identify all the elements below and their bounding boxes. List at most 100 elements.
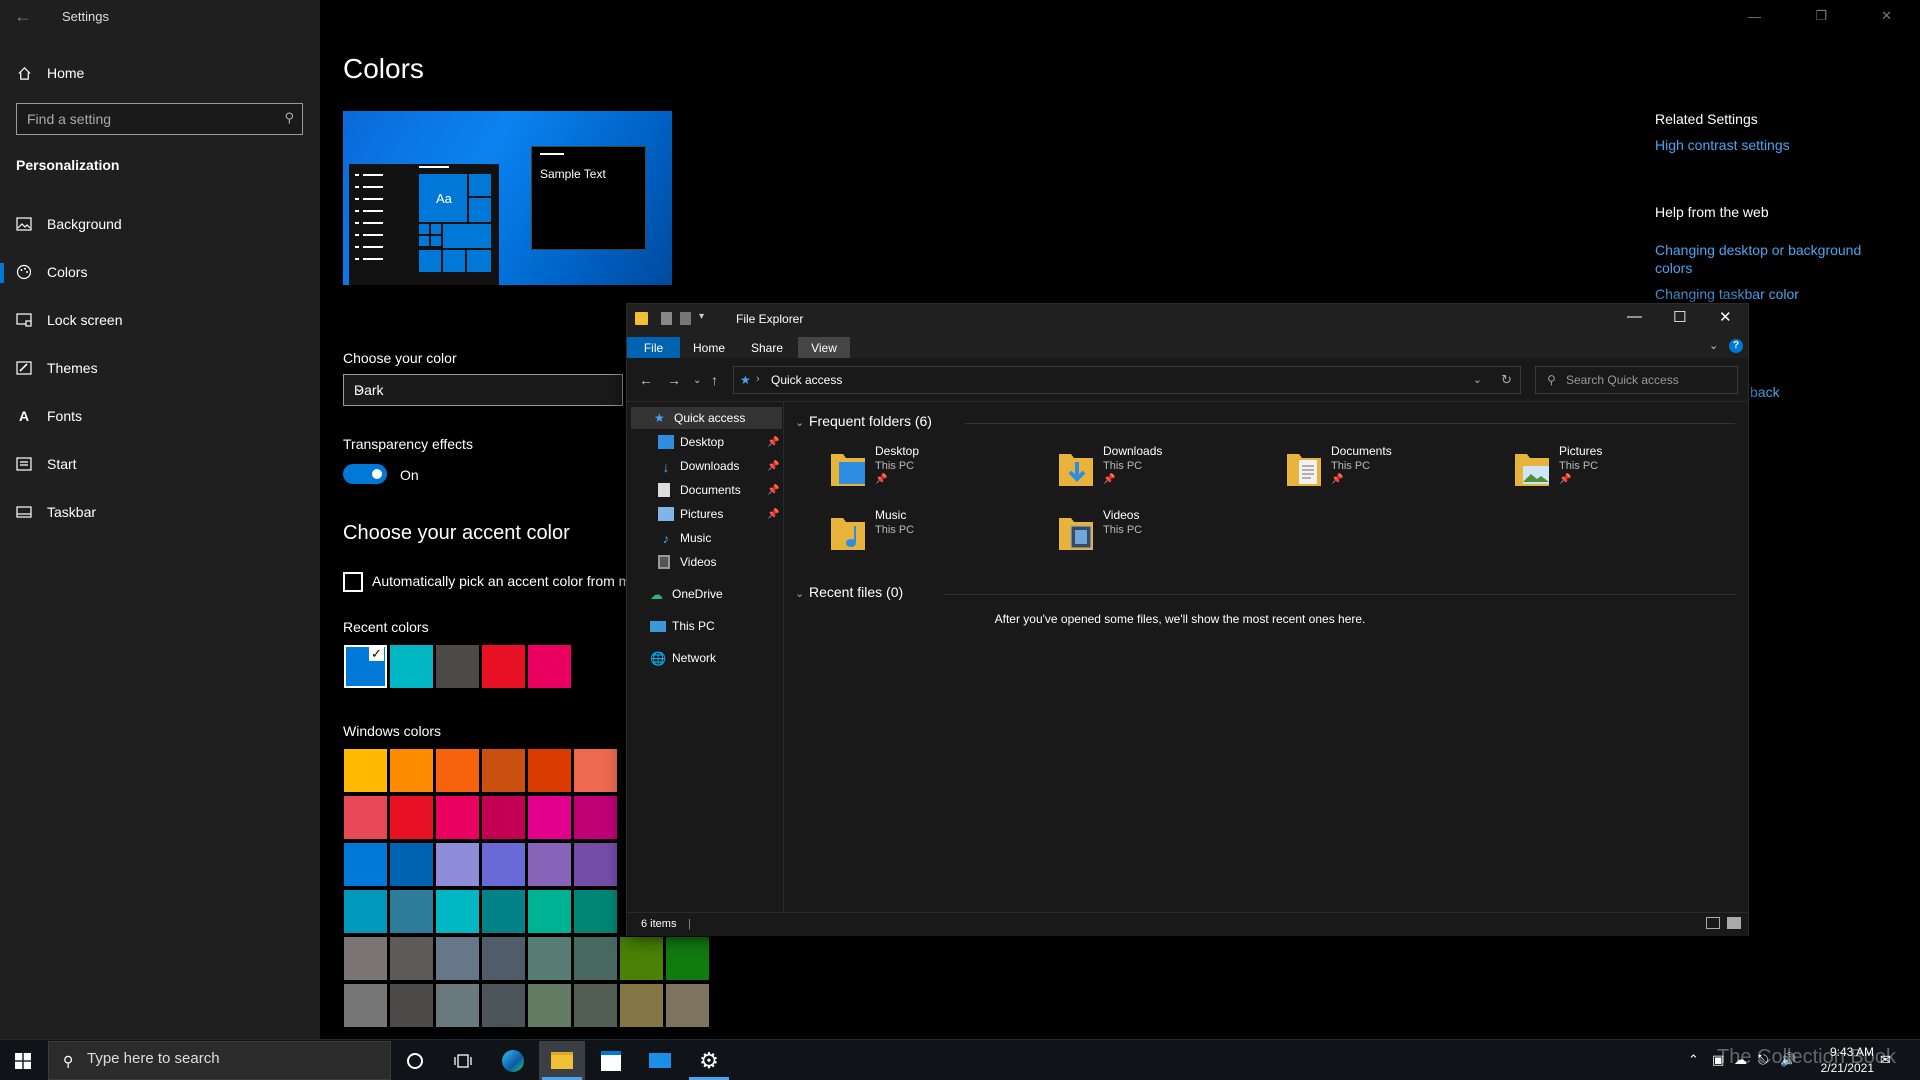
windows-color-swatch[interactable]	[436, 890, 479, 933]
nav-start[interactable]: Start	[0, 444, 320, 484]
collapse-chevron-icon[interactable]: ⌄	[795, 587, 804, 600]
recent-color-swatch[interactable]	[390, 645, 433, 688]
tree-pictures[interactable]: Pictures 📌	[658, 503, 783, 525]
task-view-button[interactable]	[440, 1041, 486, 1080]
show-hidden-icons-icon[interactable]: ⌃	[1688, 1052, 1699, 1068]
windows-color-swatch[interactable]	[390, 843, 433, 886]
taskbar-search[interactable]: ⚲	[48, 1041, 391, 1080]
windows-color-swatch[interactable]	[574, 843, 617, 886]
windows-color-swatch[interactable]	[528, 890, 571, 933]
tree-quick-access[interactable]: ★ Quick access	[654, 407, 745, 429]
refresh-icon[interactable]: ↻	[1501, 372, 1512, 388]
windows-color-swatch[interactable]	[482, 749, 525, 792]
help-link-taskbar-color[interactable]: Changing taskbar color	[1655, 286, 1799, 302]
frequent-folders-heading[interactable]: Frequent folders (6)	[809, 413, 932, 429]
tree-desktop[interactable]: Desktop 📌	[658, 431, 783, 453]
nav-home[interactable]: Home	[0, 53, 320, 93]
back-arrow-icon[interactable]: ←	[14, 6, 32, 27]
recent-locations-icon[interactable]: ⌄	[693, 375, 701, 386]
windows-color-swatch[interactable]	[574, 984, 617, 1027]
windows-color-swatch[interactable]	[666, 937, 709, 980]
windows-color-swatch[interactable]	[482, 796, 525, 839]
help-link-desktop-colors[interactable]: Changing desktop or background colors	[1655, 241, 1870, 277]
new-folder-icon[interactable]	[680, 312, 691, 325]
recent-color-swatch[interactable]	[528, 645, 571, 688]
cortana-button[interactable]	[392, 1041, 438, 1080]
restore-icon[interactable]: ❐	[1815, 8, 1827, 24]
recent-color-swatch[interactable]	[436, 645, 479, 688]
transparency-toggle[interactable]	[343, 464, 387, 484]
windows-color-swatch[interactable]	[528, 984, 571, 1027]
windows-color-swatch[interactable]	[390, 984, 433, 1027]
details-view-icon[interactable]	[1706, 917, 1720, 929]
tab-file[interactable]: File	[627, 337, 680, 358]
tab-view[interactable]: View	[798, 337, 850, 358]
tree-onedrive[interactable]: ☁ OneDrive	[650, 583, 723, 605]
search-icon[interactable]: ⚲	[284, 110, 294, 126]
windows-color-swatch[interactable]	[344, 796, 387, 839]
auto-accent-checkbox[interactable]	[343, 572, 363, 592]
windows-color-swatch[interactable]	[436, 984, 479, 1027]
tree-documents[interactable]: Documents 📌	[658, 479, 783, 501]
recent-color-swatch[interactable]: ✓	[344, 645, 387, 688]
help-icon[interactable]: ?	[1729, 339, 1743, 353]
large-icons-view-icon[interactable]	[1727, 917, 1741, 929]
windows-color-swatch[interactable]	[528, 796, 571, 839]
windows-color-swatch[interactable]	[436, 843, 479, 886]
nav-lock-screen[interactable]: Lock screen	[0, 300, 320, 340]
windows-color-swatch[interactable]	[436, 796, 479, 839]
windows-color-swatch[interactable]	[620, 984, 663, 1027]
nav-taskbar[interactable]: Taskbar	[0, 492, 320, 532]
collapse-chevron-icon[interactable]: ⌄	[795, 416, 804, 429]
windows-color-swatch[interactable]	[574, 749, 617, 792]
windows-color-swatch[interactable]	[528, 749, 571, 792]
find-setting-input[interactable]	[17, 104, 267, 133]
windows-color-swatch[interactable]	[666, 984, 709, 1027]
windows-color-swatch[interactable]	[482, 890, 525, 933]
tree-this-pc[interactable]: This PC	[650, 615, 715, 637]
mail-button[interactable]	[637, 1041, 683, 1080]
nav-fonts[interactable]: A Fonts	[0, 396, 320, 436]
tab-share[interactable]: Share	[738, 337, 796, 358]
windows-color-swatch[interactable]	[344, 937, 387, 980]
nav-themes[interactable]: Themes	[0, 348, 320, 388]
windows-color-swatch[interactable]	[436, 749, 479, 792]
windows-color-swatch[interactable]	[344, 890, 387, 933]
address-dropdown-icon[interactable]: ⌄	[1473, 373, 1482, 386]
windows-color-swatch[interactable]	[574, 796, 617, 839]
minimize-icon[interactable]: —	[1748, 9, 1761, 24]
nav-background[interactable]: Background	[0, 204, 320, 244]
windows-color-swatch[interactable]	[482, 843, 525, 886]
ribbon-expand-icon[interactable]: ⌄	[1709, 339, 1718, 352]
choose-color-dropdown[interactable]: Dark ⌄	[343, 374, 623, 406]
windows-color-swatch[interactable]	[528, 937, 571, 980]
back-icon[interactable]: ←	[639, 372, 653, 388]
windows-color-swatch[interactable]	[344, 843, 387, 886]
close-icon[interactable]: ✕	[1881, 8, 1892, 24]
explorer-minimize-icon[interactable]: —	[1627, 308, 1642, 325]
folder-music[interactable]: Music This PC	[829, 508, 1029, 560]
explorer-search-input[interactable]	[1536, 367, 1706, 393]
tree-downloads[interactable]: ↓ Downloads 📌	[658, 455, 783, 477]
file-explorer-button[interactable]	[539, 1041, 585, 1080]
recent-color-swatch[interactable]	[482, 645, 525, 688]
folder-pictures[interactable]: Pictures This PC 📌	[1513, 444, 1713, 496]
forward-icon[interactable]: →	[667, 372, 681, 388]
windows-color-swatch[interactable]	[574, 937, 617, 980]
address-box[interactable]: ★ › Quick access ⌄ ↻	[733, 366, 1521, 394]
windows-color-swatch[interactable]	[482, 984, 525, 1027]
settings-button[interactable]: ⚙	[686, 1041, 732, 1080]
properties-icon[interactable]	[661, 312, 672, 325]
store-button[interactable]	[588, 1041, 634, 1080]
windows-color-swatch[interactable]	[344, 984, 387, 1027]
tree-music[interactable]: ♪ Music	[658, 527, 712, 549]
edge-button[interactable]	[490, 1041, 536, 1080]
up-icon[interactable]: ↑	[711, 372, 718, 388]
high-contrast-link[interactable]: High contrast settings	[1655, 137, 1790, 153]
folder-documents[interactable]: Documents This PC 📌	[1285, 444, 1485, 496]
windows-color-swatch[interactable]	[574, 890, 617, 933]
windows-color-swatch[interactable]	[390, 796, 433, 839]
find-setting-search[interactable]: ⚲	[16, 103, 303, 135]
help-link-feedback-partial[interactable]: back	[1750, 384, 1780, 400]
windows-color-swatch[interactable]	[390, 890, 433, 933]
